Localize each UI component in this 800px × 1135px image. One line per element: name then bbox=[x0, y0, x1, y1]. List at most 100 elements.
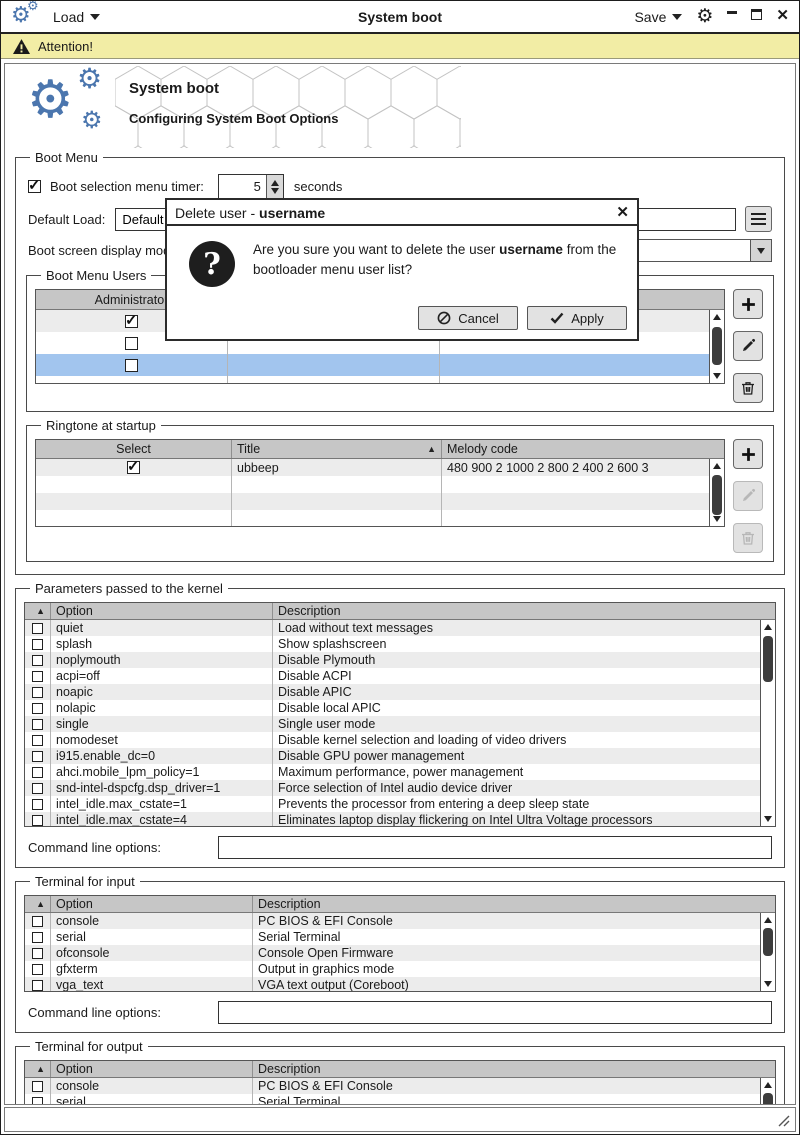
table-row[interactable]: nomodeset Disable kernel selection and lo… bbox=[25, 732, 775, 748]
column-header-title[interactable]: Title ▲ bbox=[232, 440, 442, 458]
row-checkbox[interactable] bbox=[127, 457, 140, 475]
table-row[interactable]: console PC BIOS & EFI Console bbox=[25, 1078, 775, 1094]
spinner-buttons[interactable] bbox=[265, 175, 283, 198]
row-checkbox[interactable] bbox=[32, 702, 43, 714]
row-checkbox[interactable] bbox=[32, 963, 43, 975]
table-row[interactable]: ubbeep480 900 2 1000 2 800 2 400 2 600 3 bbox=[36, 457, 724, 476]
column-header-description[interactable]: Description bbox=[253, 1061, 760, 1077]
table-row[interactable]: console PC BIOS & EFI Console bbox=[25, 913, 775, 929]
table-row[interactable]: acpi=off Disable ACPI bbox=[25, 668, 775, 684]
row-checkbox[interactable] bbox=[32, 1096, 43, 1104]
table-row[interactable]: single Single user mode bbox=[25, 716, 775, 732]
row-checkbox[interactable] bbox=[32, 814, 43, 826]
table-row[interactable]: nolapic Disable local APIC bbox=[25, 700, 775, 716]
table-row[interactable]: vga_text VGA text output (Coreboot) bbox=[25, 977, 775, 991]
scrollbar-thumb[interactable] bbox=[712, 327, 722, 365]
table-row[interactable]: serial Serial Terminal bbox=[25, 1094, 775, 1104]
scroll-up-button[interactable] bbox=[761, 620, 775, 634]
dialog-close-button[interactable]: ✕ bbox=[616, 200, 629, 226]
scrollbar-thumb[interactable] bbox=[763, 928, 773, 956]
kernel-cmdline-input[interactable] bbox=[218, 836, 772, 859]
terminal-input-cmdline-input[interactable] bbox=[218, 1001, 772, 1024]
timer-value[interactable]: 5 bbox=[219, 175, 266, 198]
table-row[interactable]: snd-intel-dspcfg.dsp_driver=1 Force selec… bbox=[25, 780, 775, 796]
row-checkbox[interactable] bbox=[125, 336, 138, 350]
table-row[interactable]: ahci.mobile_lpm_policy=1 Maximum performa… bbox=[25, 764, 775, 780]
table-row[interactable]: quiet Load without text messages bbox=[25, 620, 775, 636]
row-checkbox[interactable] bbox=[32, 915, 43, 927]
table-row[interactable]: noapic Disable APIC bbox=[25, 684, 775, 700]
edit-ringtone-button[interactable] bbox=[733, 481, 763, 511]
scrollbar-thumb[interactable] bbox=[712, 475, 722, 515]
terminal-input-scrollbar[interactable] bbox=[760, 913, 775, 991]
minimize-button[interactable] bbox=[727, 11, 738, 14]
delete-user-button[interactable] bbox=[733, 373, 763, 403]
scroll-up-button[interactable] bbox=[710, 459, 724, 473]
apply-button[interactable]: Apply bbox=[527, 306, 627, 330]
scrollbar-thumb[interactable] bbox=[763, 1093, 773, 1104]
edit-user-button[interactable] bbox=[733, 331, 763, 361]
scroll-up-button[interactable] bbox=[761, 913, 775, 927]
row-checkbox[interactable] bbox=[32, 1080, 43, 1092]
hamburger-menu-button[interactable] bbox=[745, 206, 772, 232]
add-user-button[interactable] bbox=[733, 289, 763, 319]
column-header-checkbox[interactable]: ▲ bbox=[25, 603, 51, 619]
save-menu-button[interactable]: Save bbox=[634, 9, 683, 25]
delete-ringtone-button[interactable] bbox=[733, 523, 763, 553]
maximize-button[interactable] bbox=[751, 9, 763, 20]
column-header-select[interactable]: Select bbox=[36, 440, 232, 458]
table-row[interactable]: ofconsole Console Open Firmware bbox=[25, 945, 775, 961]
table-row[interactable] bbox=[36, 476, 724, 493]
row-checkbox[interactable] bbox=[32, 670, 43, 682]
column-header-melody[interactable]: Melody code bbox=[442, 440, 709, 458]
scrollbar-thumb[interactable] bbox=[763, 636, 773, 682]
scroll-down-button[interactable] bbox=[710, 512, 724, 526]
row-checkbox[interactable] bbox=[32, 766, 43, 778]
column-header-checkbox[interactable]: ▲ bbox=[25, 896, 51, 912]
scroll-down-button[interactable] bbox=[761, 812, 775, 826]
table-row[interactable]: i915.enable_dc=0 Disable GPU power manage… bbox=[25, 748, 775, 764]
table-row[interactable]: serial Serial Terminal bbox=[25, 929, 775, 945]
row-checkbox[interactable] bbox=[32, 734, 43, 746]
row-checkbox[interactable] bbox=[125, 358, 138, 372]
resize-grip[interactable] bbox=[778, 1115, 790, 1127]
row-checkbox[interactable] bbox=[32, 654, 43, 666]
close-button[interactable]: ✕ bbox=[776, 6, 789, 24]
column-header-description[interactable]: Description bbox=[253, 896, 760, 912]
cancel-button[interactable]: Cancel bbox=[418, 306, 518, 330]
kernel-table-scrollbar[interactable] bbox=[760, 620, 775, 826]
add-ringtone-button[interactable] bbox=[733, 439, 763, 469]
row-checkbox[interactable] bbox=[32, 718, 43, 730]
row-checkbox[interactable] bbox=[32, 979, 43, 991]
table-row[interactable]: gfxterm Output in graphics mode bbox=[25, 961, 775, 977]
row-checkbox[interactable] bbox=[32, 638, 43, 650]
column-header-checkbox[interactable]: ▲ bbox=[25, 1061, 51, 1077]
table-row[interactable]: intel_idle.max_cstate=1 Prevents the proc… bbox=[25, 796, 775, 812]
row-checkbox[interactable] bbox=[32, 798, 43, 810]
table-row[interactable] bbox=[36, 354, 724, 376]
load-menu-button[interactable]: Load bbox=[53, 9, 101, 25]
boot-timer-checkbox[interactable] bbox=[28, 176, 41, 194]
table-row[interactable] bbox=[36, 510, 724, 526]
row-checkbox[interactable] bbox=[32, 750, 43, 762]
scroll-down-button[interactable] bbox=[710, 369, 724, 383]
row-checkbox[interactable] bbox=[125, 311, 138, 329]
scroll-up-button[interactable] bbox=[761, 1078, 775, 1092]
timer-spinbox[interactable]: 5 bbox=[217, 174, 284, 199]
table-row[interactable]: splash Show splashscreen bbox=[25, 636, 775, 652]
column-header-option[interactable]: Option bbox=[51, 1061, 253, 1077]
row-checkbox[interactable] bbox=[32, 947, 43, 959]
settings-gear-icon[interactable]: ⚙ bbox=[696, 6, 713, 27]
ringtone-table-scrollbar[interactable] bbox=[709, 459, 724, 526]
table-row[interactable]: intel_idle.max_cstate=4 Eliminates laptop… bbox=[25, 812, 775, 826]
dropdown-arrow-button[interactable] bbox=[750, 240, 771, 261]
table-row[interactable] bbox=[36, 493, 724, 510]
row-checkbox[interactable] bbox=[32, 782, 43, 794]
column-header-option[interactable]: Option bbox=[51, 896, 253, 912]
scroll-up-button[interactable] bbox=[710, 310, 724, 324]
terminal-output-scrollbar[interactable] bbox=[760, 1078, 775, 1104]
scroll-down-button[interactable] bbox=[761, 977, 775, 991]
row-checkbox[interactable] bbox=[32, 686, 43, 698]
column-header-option[interactable]: Option bbox=[51, 603, 273, 619]
table-row[interactable]: noplymouth Disable Plymouth bbox=[25, 652, 775, 668]
